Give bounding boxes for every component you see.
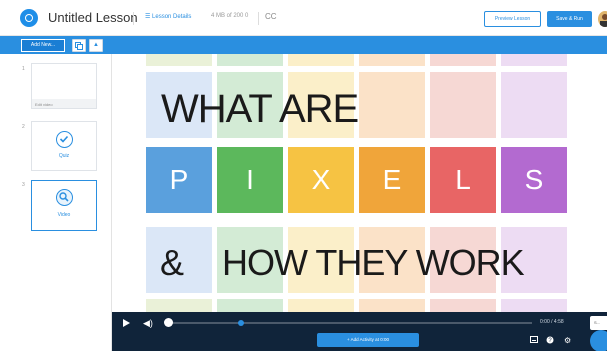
background-tile [430,299,496,312]
thumbnail-preview [32,64,96,100]
slide-canvas[interactable]: WHAT ARE P I X E L S & HOW THEY WORK [112,54,607,312]
background-tile [146,54,212,66]
letter-tile: L [430,147,496,213]
slide-number: 3 [22,182,25,188]
avatar[interactable] [598,11,607,27]
duplicate-slide-button[interactable] [72,39,86,52]
check-circle-icon [56,131,73,148]
letter-tile: X [288,147,354,213]
slide-number: 1 [22,66,25,72]
slide-thumbnail-2[interactable]: Quiz [31,121,97,171]
background-tile [288,54,354,66]
activity-marker[interactable] [238,320,244,326]
letter-tile-text: P [169,164,189,195]
letter-tile: P [146,147,212,213]
slide-thumbnail-1[interactable]: Edit video [31,63,97,109]
play-icon[interactable] [123,319,130,327]
letter-tile-text: I [246,164,254,195]
video-player-controls: ◀) 0:00 / 4:58 S... + Add Activity at 0:… [112,312,607,351]
more-options-button[interactable]: ▲ [89,39,103,52]
letter-tile-text: E [382,164,402,195]
background-tile [288,299,354,312]
background-tile [359,299,425,312]
volume-icon[interactable]: ◀) [143,318,153,329]
letter-tile: S [501,147,567,213]
save-run-button[interactable]: Save & Run [547,11,592,27]
background-tile [501,299,567,312]
video-search-icon [56,189,73,206]
slide-thumbnail-3[interactable]: Video [31,180,97,231]
background-tile [217,54,283,66]
add-activity-button[interactable]: + Add Activity at 0:00 [317,333,419,347]
letter-tile: E [359,147,425,213]
background-tile [430,72,496,138]
lesson-details-link[interactable]: ☰ Lesson Details [145,13,191,20]
chat-help-icon[interactable] [590,330,607,351]
letter-tile-text: X [311,164,331,195]
letter-tile-text: L [455,164,471,195]
slide-type-label: Quiz [58,153,70,159]
letter-tile-text: S [524,164,544,195]
app-header: Untitled Lesson ☰ Lesson Details 4 MB of… [0,0,607,36]
slide-thumbnail-label: Edit video [35,102,53,107]
background-tile [501,72,567,138]
background-tile [430,54,496,66]
background-tile [146,299,212,312]
subtitles-icon[interactable] [530,336,538,345]
preview-lesson-button[interactable]: Preview Lesson [484,11,541,27]
slide-sidebar: Add New... ▲ 1 Edit video 2 Quiz 3 Video [0,36,112,351]
app-logo-icon[interactable] [20,9,38,27]
slide-heading-line3: HOW THEY WORK [222,242,525,283]
side-panel-button[interactable]: S... [590,316,607,330]
help-icon[interactable]: ? [546,336,554,346]
letter-tile: I [217,147,283,213]
header-divider [133,12,134,25]
gear-icon[interactable]: ⚙ [564,336,571,345]
background-tile [217,299,283,312]
seek-handle[interactable] [164,318,173,327]
background-tile [501,54,567,66]
background-tile [359,72,425,138]
background-tile [359,54,425,66]
time-readout: 0:00 / 4:58 [540,319,564,325]
slide-heading-line1: WHAT ARE [161,87,359,131]
lesson-title[interactable]: Untitled Lesson [48,10,138,25]
closed-captions-icon[interactable]: CC [265,12,277,21]
slide-heading-ampersand: & [160,242,184,283]
add-new-button[interactable]: Add New... [21,39,65,52]
slide-type-label: Video [57,212,71,218]
header-divider [258,12,259,25]
seek-bar[interactable] [167,322,532,324]
slide-number: 2 [22,124,25,130]
file-size-info: 4 MB of 200 0 [211,13,249,19]
